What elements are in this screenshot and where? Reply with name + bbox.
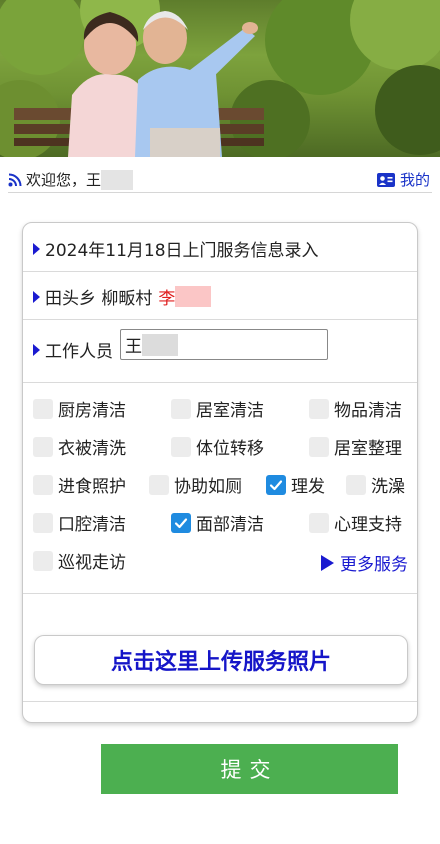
triangle-icon	[33, 242, 40, 255]
upload-label: 点击这里上传服务照片	[110, 650, 331, 675]
redacted-name	[175, 286, 212, 307]
worker-row: 工作人员 王	[23, 319, 417, 383]
location-prefix: 田头乡 柳畈村	[45, 289, 153, 309]
my-account-link[interactable]: 我的	[376, 169, 430, 190]
location-name: 李	[158, 289, 176, 309]
hero-image	[0, 0, 440, 157]
services-section	[23, 383, 417, 594]
id-card-icon	[376, 172, 395, 187]
worker-input[interactable]: 王	[120, 329, 328, 360]
submit-label: 提交	[220, 758, 279, 782]
triangle-icon	[33, 290, 40, 303]
upload-photo-button[interactable]: 点击这里上传服务照片	[34, 635, 408, 685]
mine-label: 我的	[399, 171, 430, 189]
redacted-name	[101, 169, 134, 190]
form-title: 2024年11月18日上门服务信息录入	[45, 241, 319, 261]
form-title-row: 2024年11月18日上门服务信息录入	[23, 223, 417, 272]
location-row: 田头乡 柳畈村 李	[23, 271, 417, 320]
welcome-bar: 欢迎您，王 我的	[8, 166, 432, 193]
service-form-card: 2024年11月18日上门服务信息录入 田头乡 柳畈村 李 工作人员 王 厨房清…	[22, 222, 418, 723]
rss-icon	[8, 173, 22, 186]
redacted-name	[142, 333, 178, 356]
submit-button[interactable]: 提交	[101, 744, 398, 794]
worker-value: 王	[125, 337, 142, 357]
divider	[23, 701, 417, 702]
welcome-text: 欢迎您，王	[26, 171, 102, 189]
worker-label: 工作人员	[45, 342, 113, 362]
triangle-icon	[33, 343, 40, 356]
